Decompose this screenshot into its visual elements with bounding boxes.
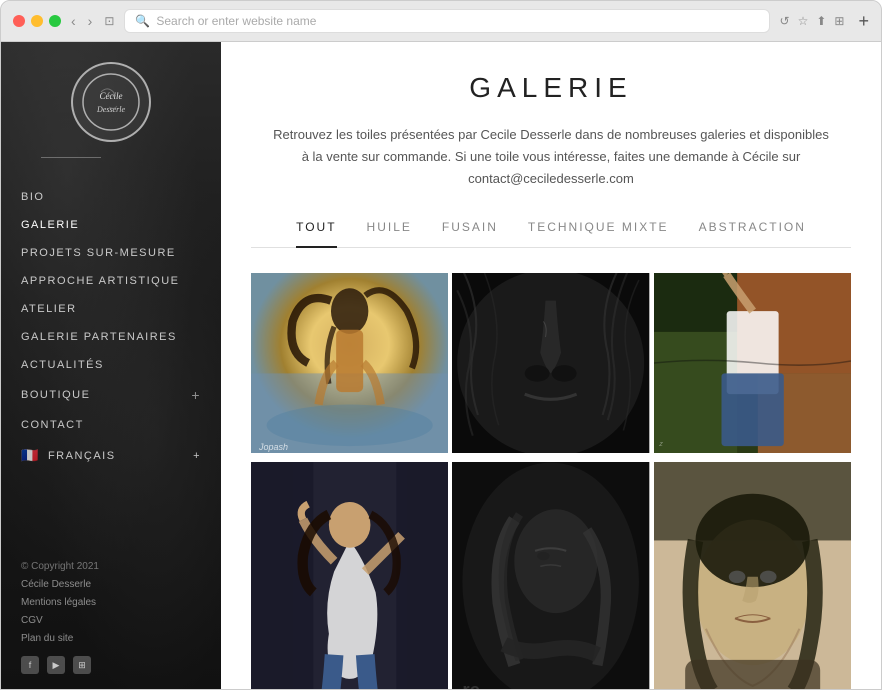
gallery-item-4[interactable] — [251, 462, 448, 689]
address-text: Search or enter website name — [156, 14, 316, 28]
svg-text:Cécile: Cécile — [100, 91, 123, 101]
forward-button[interactable]: › — [86, 13, 95, 29]
sidebar: Cécile Desserle BIO GALERIE PROJETS SUR-… — [1, 42, 221, 689]
browser-titlebar: ‹ › ⊡ 🔍 Search or enter website name ↺ ☆… — [1, 1, 881, 41]
gallery-item-5[interactable]: re — [452, 462, 649, 689]
sidebar-item-boutique[interactable]: BOUTIQUE + — [1, 379, 221, 411]
page-container: Cécile Desserle BIO GALERIE PROJETS SUR-… — [0, 42, 882, 690]
tab-huile[interactable]: HUILE — [367, 220, 412, 248]
page-description: Retrouvez les toiles présentées par Ceci… — [271, 124, 831, 190]
main-content: GALERIE Retrouvez les toiles présentées … — [221, 42, 881, 689]
sidebar-footer: © Copyright 2021 Cécile Desserle Mention… — [1, 543, 221, 689]
tab-abstraction[interactable]: ABSTRACTION — [699, 220, 806, 248]
footer-copyright: © Copyright 2021 Cécile Desserle Mention… — [21, 558, 201, 648]
artwork-6 — [654, 462, 851, 689]
sidebar-nav: BIO GALERIE PROJETS SUR-MESURE APPROCHE … — [1, 183, 221, 543]
contact-email-link[interactable]: contact@ceciledesserle.com — [468, 171, 634, 186]
sidebar-item-approche[interactable]: APPROCHE ARTISTIQUE — [1, 267, 221, 295]
sidebar-item-galerie[interactable]: GALERIE — [1, 211, 221, 239]
logo-svg: Cécile Desserle — [81, 72, 141, 132]
artwork-4 — [251, 462, 448, 689]
browser-toolbar-right: ↺ ☆ ⬆ ⊞ — [778, 14, 847, 28]
page-title: GALERIE — [251, 72, 851, 104]
svg-text:Desserle: Desserle — [96, 105, 125, 114]
footer-cgv-link[interactable]: CGV — [21, 612, 201, 630]
facebook-icon[interactable]: f — [21, 656, 39, 674]
gallery-item-3[interactable]: z — [654, 273, 851, 458]
artwork-3: z — [654, 273, 851, 453]
search-icon: 🔍 — [135, 14, 150, 28]
sidebar-item-actualites[interactable]: ACTUALITÉS — [1, 351, 221, 379]
bookmark-icon[interactable]: ☆ — [796, 14, 811, 28]
tab-fusain[interactable]: FUSAIN — [442, 220, 498, 248]
instagram-icon[interactable]: ⊞ — [73, 656, 91, 674]
traffic-lights — [13, 15, 61, 27]
sidebar-item-atelier[interactable]: ATELIER — [1, 295, 221, 323]
gallery-item-2[interactable] — [452, 273, 649, 458]
artwork-2 — [452, 273, 649, 453]
close-button[interactable] — [13, 15, 25, 27]
new-tab-button[interactable]: + — [858, 11, 869, 32]
sidebar-item-contact[interactable]: CONTACT — [1, 411, 221, 439]
artwork-1-label: Jopash — [259, 442, 288, 452]
maximize-button[interactable] — [49, 15, 61, 27]
tab-technique-mixte[interactable]: TECHNIQUE MIXTE — [528, 220, 669, 248]
artwork-5: re — [452, 462, 649, 689]
social-icons: f ▶ ⊞ — [21, 656, 201, 674]
sidebar-item-bio[interactable]: BIO — [1, 183, 221, 211]
tab-tout[interactable]: TOUT — [296, 220, 336, 248]
sidebar-item-language[interactable]: 🇫🇷 FRANÇAIS + — [1, 439, 221, 472]
back-button[interactable]: ‹ — [69, 13, 78, 29]
svg-text:z: z — [658, 439, 663, 448]
gallery-item-1[interactable]: Jopash — [251, 273, 448, 458]
gallery-grid: Jopash — [251, 273, 851, 689]
footer-plan-link[interactable]: Plan du site — [21, 630, 201, 648]
filter-tabs: TOUT HUILE FUSAIN TECHNIQUE MIXTE ABSTRA… — [251, 220, 851, 248]
footer-mentions-link[interactable]: Mentions légales — [21, 594, 201, 612]
sidebar-item-galerie-partenaires[interactable]: GALERIE PARTENAIRES — [1, 323, 221, 351]
youtube-icon[interactable]: ▶ — [47, 656, 65, 674]
boutique-expand-icon: + — [191, 387, 201, 403]
refresh-icon[interactable]: ↺ — [778, 14, 792, 28]
browser-chrome: ‹ › ⊡ 🔍 Search or enter website name ↺ ☆… — [0, 0, 882, 42]
logo[interactable]: Cécile Desserle — [71, 62, 151, 142]
address-bar[interactable]: 🔍 Search or enter website name — [124, 9, 769, 33]
svg-text:re: re — [463, 680, 481, 689]
window-icon[interactable]: ⊡ — [102, 14, 116, 28]
logo-area: Cécile Desserle — [1, 42, 221, 183]
sidebar-divider — [41, 157, 101, 158]
artwork-1 — [251, 273, 448, 453]
footer-name-link[interactable]: Cécile Desserle — [21, 576, 201, 594]
gallery-item-6[interactable] — [654, 462, 851, 689]
france-flag-icon: 🇫🇷 — [21, 447, 40, 464]
tab-icon[interactable]: ⊞ — [832, 14, 846, 28]
sidebar-item-projets[interactable]: PROJETS SUR-MESURE — [1, 239, 221, 267]
share-icon[interactable]: ⬆ — [814, 14, 828, 28]
lang-expand-icon: + — [193, 450, 201, 462]
minimize-button[interactable] — [31, 15, 43, 27]
